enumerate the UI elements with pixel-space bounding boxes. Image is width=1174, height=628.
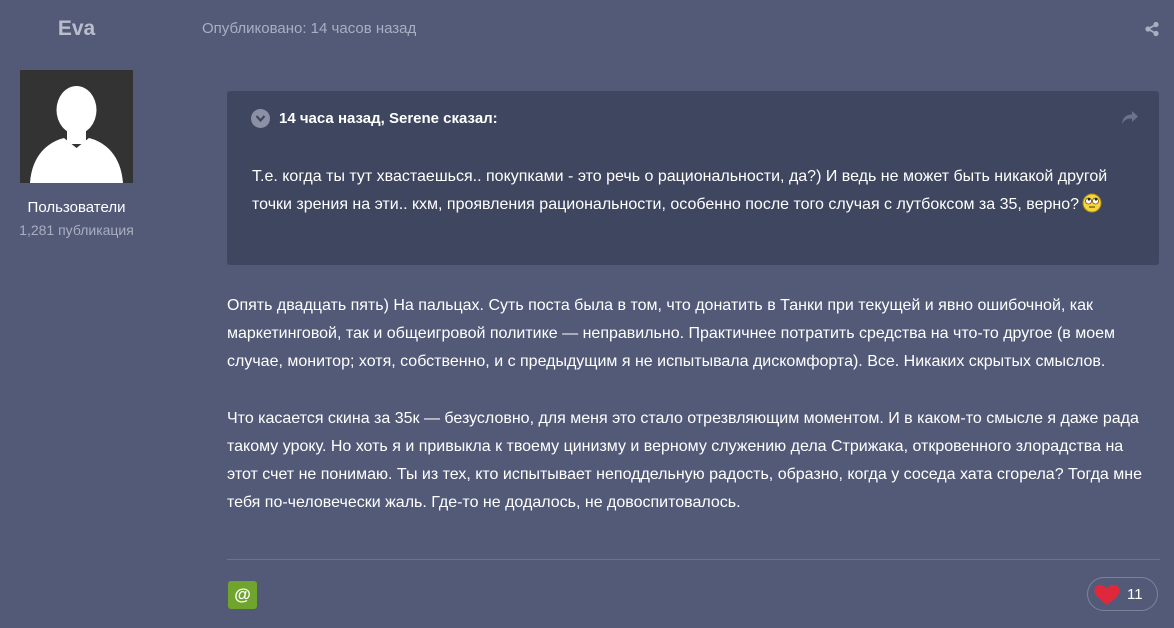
post-date[interactable]: Опубликовано: 14 часов назад bbox=[202, 20, 416, 37]
reaction-count: 11 bbox=[1127, 586, 1143, 603]
share-icon[interactable] bbox=[1144, 21, 1160, 37]
quote-block: 14 часа назад, Serene сказал: Т.е. когда… bbox=[227, 91, 1159, 265]
post-paragraph: Опять двадцать пять) На пальцах. Суть по… bbox=[227, 297, 1116, 371]
quote-text: Т.е. когда ты тут хвастаешься.. покупкам… bbox=[252, 163, 1112, 219]
default-user-icon bbox=[20, 70, 133, 183]
post-paragraph: Что касается скина за 35к — безусловно, … bbox=[227, 409, 1142, 512]
quote-citation[interactable]: 14 часа назад, Serene сказал: bbox=[279, 109, 498, 128]
reaction-button[interactable]: 11 bbox=[1087, 577, 1158, 611]
author-group: Пользователи bbox=[27, 199, 126, 216]
mention-button[interactable]: @ bbox=[228, 581, 257, 609]
reply-arrow-icon[interactable] bbox=[1121, 110, 1139, 126]
chevron-down-icon[interactable] bbox=[251, 109, 270, 128]
avatar[interactable] bbox=[20, 70, 133, 183]
author-name[interactable]: Eva bbox=[0, 17, 153, 41]
quote-text-content: Т.е. когда ты тут хвастаешься.. покупкам… bbox=[252, 168, 1108, 213]
rolling-eyes-emoji bbox=[1082, 193, 1102, 213]
post-content: Опять двадцать пять) На пальцах. Суть по… bbox=[227, 292, 1157, 517]
heart-icon bbox=[1094, 584, 1120, 605]
quote-header: 14 часа назад, Serene сказал: bbox=[251, 109, 1139, 131]
forum-post: Eva Пользователи 1,281 публикация Опубли… bbox=[0, 0, 1174, 628]
author-post-count: 1,281 публикация bbox=[19, 222, 134, 238]
divider bbox=[227, 559, 1160, 560]
